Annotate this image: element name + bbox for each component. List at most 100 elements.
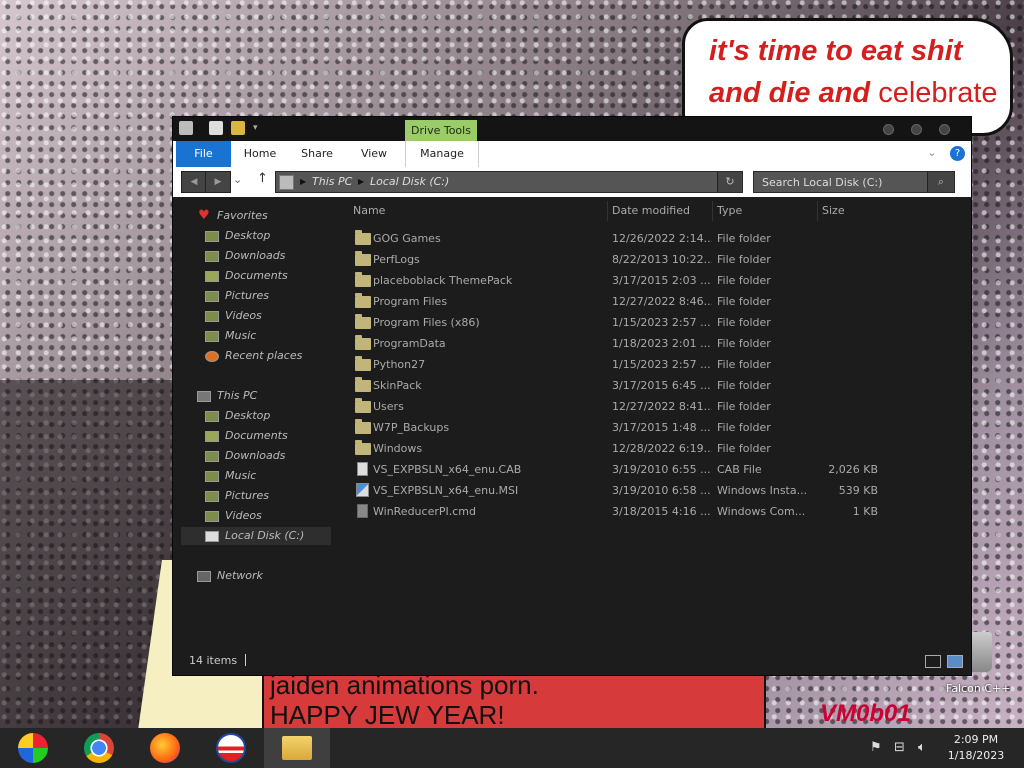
computer-icon (197, 390, 211, 402)
recent-locations-chevron-icon[interactable]: ⌄ (233, 173, 242, 186)
large-icons-view-icon[interactable] (947, 655, 963, 668)
table-row[interactable]: Users 12/27/2022 8:41... File folder (343, 396, 971, 417)
search-box[interactable]: ⌕ (753, 171, 955, 193)
volume-icon[interactable]: 🔈︎ (918, 740, 926, 755)
table-row[interactable]: placeboblack ThemePack 3/17/2015 2:03 ...… (343, 270, 971, 291)
bubble-line-2-normal: celebrate (878, 77, 998, 109)
window-icon[interactable] (179, 121, 193, 135)
sidebar-item-network[interactable]: Network (197, 567, 263, 585)
minimize-button[interactable] (883, 124, 894, 135)
table-row[interactable]: WinReducerPI.cmd 3/18/2015 4:16 ... Window… (343, 501, 971, 522)
navigation-pane: ♥ Favorites Desktop Downloads Documents P… (173, 199, 343, 639)
table-row[interactable]: GOG Games 12/26/2022 2:14... File folder (343, 228, 971, 249)
file-name: Program Files (x86) (373, 316, 480, 329)
sidebar-item-pc-downloads[interactable]: Downloads (205, 447, 285, 465)
file-type: File folder (717, 358, 771, 371)
taskbar-app-obama[interactable] (198, 728, 264, 768)
table-row[interactable]: Program Files 12/27/2022 8:46... File fold… (343, 291, 971, 312)
details-view-icon[interactable] (925, 655, 941, 668)
breadcrumb-local-disk[interactable]: Local Disk (C:) (370, 172, 449, 192)
file-type: File folder (717, 274, 771, 287)
file-date: 12/27/2022 8:41... (612, 400, 712, 413)
maximize-button[interactable] (911, 124, 922, 135)
sidebar-item-local-disk[interactable]: Local Disk (C:) (181, 527, 331, 545)
search-icon[interactable]: ⌕ (927, 172, 954, 192)
table-row[interactable]: Python27 1/15/2023 2:57 ... File folder (343, 354, 971, 375)
help-icon[interactable]: ? (950, 146, 965, 161)
network-icon[interactable]: ⊟ (894, 740, 905, 755)
breadcrumb-this-pc[interactable]: This PC (312, 172, 352, 192)
sidebar-header-favorites[interactable]: ♥ Favorites (197, 207, 268, 225)
column-header-size[interactable]: Size (817, 201, 882, 221)
system-clock[interactable]: 2:09 PM 1/18/2023 (940, 732, 1012, 764)
new-folder-icon[interactable] (231, 121, 245, 135)
taskbar-app-file-explorer[interactable] (264, 728, 330, 768)
taskbar-app-chrome[interactable] (66, 728, 132, 768)
sidebar-item-fav-videos[interactable]: Videos (205, 307, 262, 325)
column-header-name[interactable]: Name (353, 201, 603, 221)
sidebar-item-pc-videos[interactable]: Videos (205, 507, 262, 525)
tab-file[interactable]: File (176, 141, 231, 167)
table-row[interactable]: PerfLogs 8/22/2013 10:22... File folder (343, 249, 971, 270)
wallpaper-logo: VM0b01 (820, 700, 911, 727)
table-row[interactable]: VS_EXPBSLN_x64_enu.CAB 3/19/2010 6:55 ...… (343, 459, 971, 480)
address-bar[interactable]: ▶ This PC ▶ Local Disk (C:) ↻ (275, 171, 743, 193)
sidebar-item-label: Desktop (225, 229, 271, 242)
obama-logo-icon (216, 733, 246, 763)
folder-icon (355, 398, 371, 413)
status-separator (245, 654, 246, 666)
sidebar-header-this-pc[interactable]: This PC (197, 387, 257, 405)
sidebar-item-pc-desktop[interactable]: Desktop (205, 407, 270, 425)
file-size (819, 270, 878, 291)
sidebar-item-pc-music[interactable]: Music (205, 467, 256, 485)
sidebar-item-pc-documents[interactable]: Documents (205, 427, 288, 445)
sidebar-item-fav-desktop[interactable]: Desktop (205, 227, 270, 245)
documents-icon (205, 430, 219, 442)
table-row[interactable]: VS_EXPBSLN_x64_enu.MSI 3/19/2010 6:58 ...… (343, 480, 971, 501)
taskbar-app-firefox[interactable] (132, 728, 198, 768)
cab-file-icon (357, 462, 368, 476)
table-row[interactable]: W7P_Backups 3/17/2015 1:48 ... File folder (343, 417, 971, 438)
expand-ribbon-chevron-icon[interactable]: ⌄ (927, 146, 936, 159)
tab-share[interactable]: Share (293, 141, 341, 167)
column-header-type[interactable]: Type (712, 201, 817, 221)
tab-view[interactable]: View (353, 141, 395, 167)
file-name: ProgramData (373, 337, 446, 350)
title-bar[interactable]: ▾ Drive Tools (173, 117, 971, 141)
sidebar-item-fav-downloads[interactable]: Downloads (205, 247, 285, 265)
search-input[interactable] (754, 172, 922, 192)
table-row[interactable]: Windows 12/28/2022 6:19... File folder (343, 438, 971, 459)
file-size (819, 375, 878, 396)
pictures-icon (205, 490, 219, 502)
tab-home[interactable]: Home (239, 141, 281, 167)
column-header-date[interactable]: Date modified (607, 201, 712, 221)
close-button[interactable] (939, 124, 950, 135)
back-button[interactable]: ◀ (181, 171, 207, 193)
properties-icon[interactable] (209, 121, 223, 135)
forward-button[interactable]: ▶ (205, 171, 231, 193)
file-date: 8/22/2013 10:22... (612, 253, 712, 266)
sidebar-item-fav-pictures[interactable]: Pictures (205, 287, 269, 305)
action-center-flag-icon[interactable]: ⚑ (870, 740, 882, 755)
start-button[interactable] (0, 728, 66, 768)
recycle-bin-label[interactable]: Falcon C++ (946, 682, 1010, 695)
customize-toolbar-chevron-icon[interactable]: ▾ (253, 121, 263, 135)
sidebar-item-label: Pictures (225, 289, 270, 302)
breadcrumb-separator-icon[interactable]: ▶ (358, 172, 364, 192)
sidebar-item-fav-music[interactable]: Music (205, 327, 256, 345)
file-explorer-window[interactable]: ▾ Drive Tools File Home Share View Manag… (172, 116, 972, 676)
drive-tools-context-tab[interactable]: Drive Tools (405, 120, 477, 141)
sidebar-item-fav-documents[interactable]: Documents (205, 267, 288, 285)
tab-manage[interactable]: Manage (405, 141, 479, 167)
file-type: File folder (717, 379, 771, 392)
sidebar-item-label: Local Disk (C:) (225, 529, 305, 542)
up-arrow-icon[interactable]: ↑ (257, 171, 268, 186)
sidebar-item-pc-pictures[interactable]: Pictures (205, 487, 269, 505)
table-row[interactable]: Program Files (x86) 1/15/2023 2:57 ... Fil… (343, 312, 971, 333)
table-row[interactable]: SkinPack 3/17/2015 6:45 ... File folder (343, 375, 971, 396)
breadcrumb-separator-icon[interactable]: ▶ (300, 172, 306, 192)
refresh-button[interactable]: ↻ (717, 172, 742, 192)
file-name: VS_EXPBSLN_x64_enu.CAB (373, 463, 522, 476)
sidebar-item-fav-recent[interactable]: Recent places (205, 347, 302, 365)
table-row[interactable]: ProgramData 1/18/2023 2:01 ... File folder (343, 333, 971, 354)
